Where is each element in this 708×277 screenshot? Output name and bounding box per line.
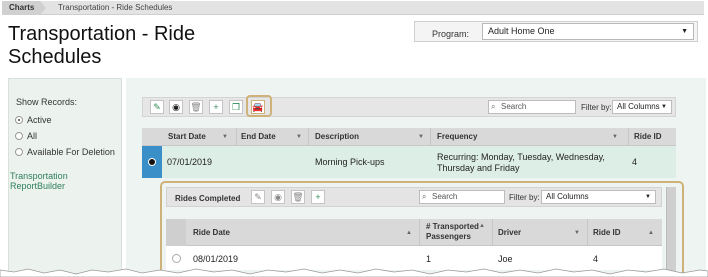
breadcrumb-current: Transportation - Ride Schedules bbox=[58, 3, 173, 12]
search-icon: ⌕ bbox=[491, 102, 496, 111]
col-separator bbox=[628, 128, 629, 146]
edit-icon[interactable]: ✎ bbox=[251, 190, 265, 204]
radio-deletion[interactable] bbox=[15, 148, 23, 156]
page-title: Transportation - Ride Schedules bbox=[8, 23, 196, 68]
col-end-date[interactable]: End Date bbox=[241, 128, 276, 146]
delete-icon[interactable]: 🗑 bbox=[189, 100, 203, 114]
car-icon-highlight bbox=[246, 95, 272, 117]
radio-label: Available For Deletion bbox=[27, 147, 115, 157]
col-description[interactable]: Description bbox=[315, 128, 359, 146]
cell-driver: Joe bbox=[498, 254, 513, 264]
cell-passengers: 1 bbox=[426, 254, 432, 264]
report-builder-link[interactable]: Transportation ReportBuilder bbox=[10, 171, 121, 191]
sort-icon[interactable]: ▼ bbox=[418, 128, 424, 146]
col-ride-id[interactable]: Ride ID bbox=[593, 228, 621, 238]
col-separator bbox=[492, 219, 493, 246]
cell-ride-id: 4 bbox=[593, 254, 599, 264]
row-radio[interactable] bbox=[172, 254, 181, 263]
breadcrumb: Charts Transportation - Ride Schedules bbox=[2, 1, 704, 15]
radio-active[interactable] bbox=[15, 116, 23, 124]
search-input[interactable]: ⌕ Search bbox=[488, 100, 576, 114]
sort-icon[interactable]: ▼ bbox=[296, 128, 302, 146]
program-label: Program: bbox=[432, 29, 470, 39]
view-icon[interactable]: ◉ bbox=[271, 190, 285, 204]
filter-label: Filter by: bbox=[509, 193, 540, 202]
rides-filter-select[interactable]: All Columns ▼ bbox=[541, 190, 656, 204]
radio-label: All bbox=[27, 131, 38, 141]
col-ride-id[interactable]: Ride ID bbox=[634, 128, 662, 146]
col-start-date[interactable]: Start Date bbox=[168, 128, 206, 146]
filter-label: Filter by: bbox=[581, 103, 612, 112]
program-select-value: Adult Home One bbox=[488, 26, 555, 36]
show-records-title: Show Records: bbox=[16, 97, 78, 107]
sort-asc-icon[interactable]: ▲ bbox=[406, 224, 412, 242]
filter-value: All Columns bbox=[617, 102, 660, 111]
search-icon: ⌕ bbox=[422, 192, 427, 201]
radio-label: Active bbox=[27, 115, 52, 125]
rides-completed-title: Rides Completed bbox=[175, 194, 241, 203]
chevron-down-icon: ▼ bbox=[681, 28, 688, 35]
torn-edge bbox=[0, 268, 708, 277]
breadcrumb-arrow bbox=[40, 1, 46, 15]
delete-icon[interactable]: 🗑 bbox=[291, 190, 305, 204]
col-separator bbox=[419, 219, 420, 246]
cell-description: Morning Pick-ups bbox=[315, 157, 385, 167]
search-placeholder: Search bbox=[501, 102, 527, 111]
filter-select[interactable]: All Columns ▼ bbox=[612, 100, 672, 114]
chevron-down-icon: ▼ bbox=[661, 104, 667, 110]
search-placeholder: Search bbox=[432, 192, 458, 201]
breadcrumb-charts-link[interactable]: Charts bbox=[2, 1, 40, 15]
sort-asc-icon[interactable]: ▲ bbox=[479, 217, 485, 235]
row-select[interactable] bbox=[142, 146, 162, 178]
col-frequency[interactable]: Frequency bbox=[437, 128, 477, 146]
copy-icon[interactable]: ❐ bbox=[229, 100, 243, 114]
sort-asc-icon[interactable]: ▲ bbox=[648, 224, 654, 242]
filter-value: All Columns bbox=[546, 192, 589, 201]
show-records-all[interactable]: All bbox=[15, 131, 37, 141]
left-panel: Show Records: Active All Available For D… bbox=[8, 78, 122, 274]
scrollbar[interactable] bbox=[666, 187, 676, 273]
col-separator bbox=[308, 128, 309, 146]
chevron-down-icon: ▼ bbox=[645, 194, 651, 200]
show-records-active[interactable]: Active bbox=[15, 115, 52, 125]
sort-icon[interactable]: ▼ bbox=[222, 128, 228, 146]
radio-all[interactable] bbox=[15, 132, 23, 140]
cell-ride-id: 4 bbox=[632, 157, 638, 167]
view-icon[interactable]: ◉ bbox=[169, 100, 183, 114]
sort-icon[interactable]: ▼ bbox=[574, 224, 580, 242]
cell-frequency: Recurring: Monday, Tuesday, Wednesday, T… bbox=[437, 152, 605, 173]
col-separator bbox=[430, 128, 431, 146]
sort-icon[interactable]: ▼ bbox=[612, 128, 618, 146]
col-separator bbox=[587, 219, 588, 246]
show-records-deletion[interactable]: Available For Deletion bbox=[15, 147, 115, 157]
cell-ride-date: 08/01/2019 bbox=[193, 254, 239, 264]
col-separator bbox=[236, 128, 237, 146]
col-ride-date[interactable]: Ride Date bbox=[193, 228, 230, 238]
cell-start-date: 07/01/2019 bbox=[167, 157, 213, 167]
rides-search-input[interactable]: ⌕ Search bbox=[419, 190, 505, 204]
add-icon[interactable]: + bbox=[311, 190, 325, 204]
header-select-column bbox=[166, 219, 186, 246]
edit-icon[interactable]: ✎ bbox=[150, 100, 164, 114]
col-driver[interactable]: Driver bbox=[498, 228, 521, 238]
add-icon[interactable]: + bbox=[209, 100, 223, 114]
program-select[interactable]: Adult Home One ▼ bbox=[482, 23, 694, 40]
row-radio-selected[interactable] bbox=[148, 158, 156, 166]
